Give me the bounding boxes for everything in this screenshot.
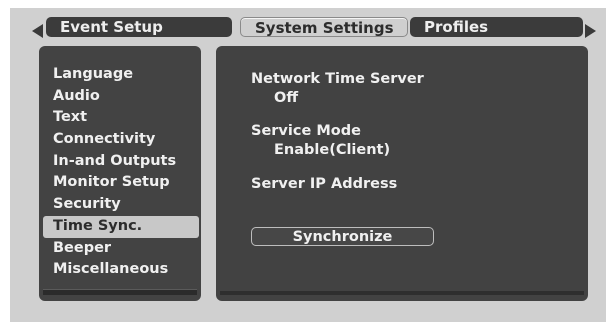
synchronize-button[interactable]: Synchronize bbox=[251, 227, 434, 246]
sidebar-item-in-and-outputs[interactable]: In-and Outputs bbox=[39, 151, 201, 173]
left-arrow-icon[interactable] bbox=[32, 24, 43, 38]
server-ip-address-label[interactable]: Server IP Address bbox=[251, 176, 397, 192]
sidebar-item-connectivity[interactable]: Connectivity bbox=[39, 129, 201, 151]
sidebar-item-language[interactable]: Language bbox=[39, 64, 201, 86]
service-mode-value[interactable]: Enable(Client) bbox=[274, 142, 390, 158]
network-time-server-label: Network Time Server bbox=[251, 71, 424, 87]
sidebar-item-security[interactable]: Security bbox=[39, 194, 201, 216]
sidebar-item-monitor-setup[interactable]: Monitor Setup bbox=[39, 172, 201, 194]
sidebar-menu: Language Audio Text Connectivity In-and … bbox=[39, 46, 201, 301]
sidebar-item-audio[interactable]: Audio bbox=[39, 86, 201, 108]
sidebar-item-time-sync[interactable]: Time Sync. bbox=[43, 215, 199, 238]
tab-event-setup[interactable]: Event Setup bbox=[46, 17, 232, 37]
tab-system-settings[interactable]: System Settings bbox=[240, 17, 408, 37]
sidebar-item-miscellaneous[interactable]: Miscellaneous bbox=[39, 259, 201, 281]
settings-bottom-bar bbox=[220, 291, 584, 295]
settings-panel: Network Time Server Off Service Mode Ena… bbox=[216, 46, 588, 301]
network-time-server-value[interactable]: Off bbox=[274, 90, 298, 106]
service-mode-label: Service Mode bbox=[251, 123, 361, 139]
sidebar-bottom-bar bbox=[43, 289, 197, 295]
tab-profiles[interactable]: Profiles bbox=[410, 17, 583, 37]
menu-list: Language Audio Text Connectivity In-and … bbox=[39, 64, 201, 281]
sidebar-item-beeper[interactable]: Beeper bbox=[39, 238, 201, 260]
sidebar-item-text[interactable]: Text bbox=[39, 107, 201, 129]
right-arrow-icon[interactable] bbox=[585, 24, 596, 38]
